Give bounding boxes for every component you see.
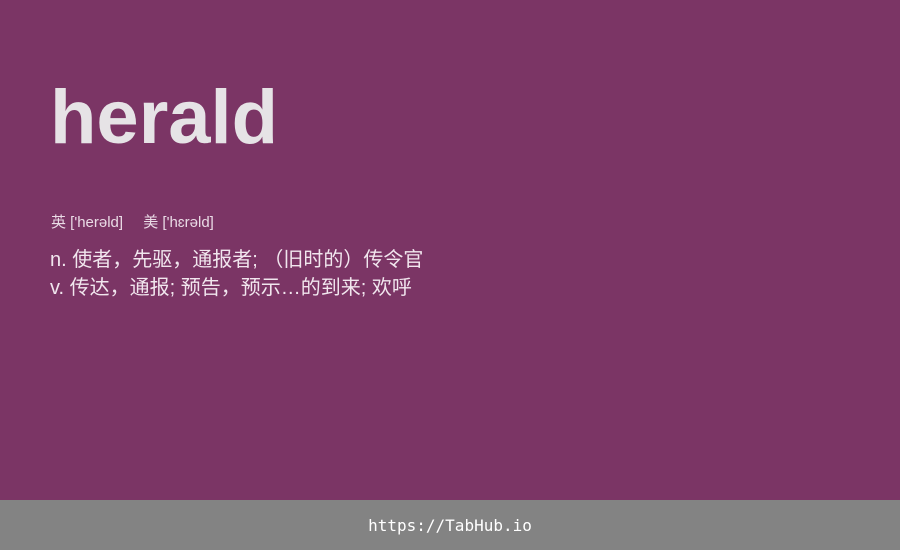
footer-bar: https://TabHub.io [0, 500, 900, 550]
phonetic-uk: 英 ['herəld] [51, 214, 124, 231]
definition-verb: v. 传达，通报; 预告，预示…的到来; 欢呼 [50, 277, 412, 299]
definitions: n. 使者，先驱，通报者; （旧时的）传令官 v. 传达，通报; 预告，预示…的… [50, 246, 423, 302]
definition-noun: n. 使者，先驱，通报者; （旧时的）传令官 [50, 249, 424, 271]
phonetics: 英 ['herəld] 美 ['hɛrəld] [51, 213, 214, 233]
word-card: herald 英 ['herəld] 美 ['hɛrəld] n. 使者，先驱，… [0, 0, 900, 500]
headword: herald [50, 75, 279, 160]
footer-link[interactable]: https://TabHub.io [368, 516, 532, 535]
phonetic-us: 美 ['hɛrəld] [143, 214, 214, 231]
